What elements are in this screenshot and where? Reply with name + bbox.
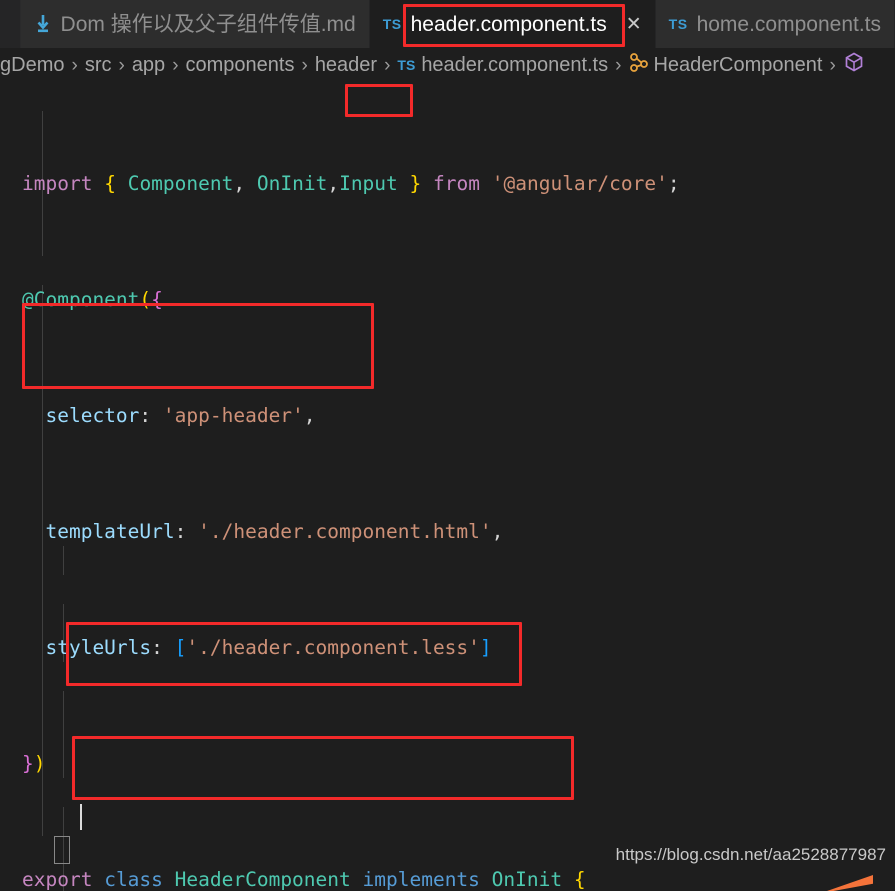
tab-dom-md[interactable]: Dom 操作以及父子组件传值.md xyxy=(20,0,370,48)
breadcrumb-separator: › xyxy=(615,54,622,76)
breadcrumb-item-components[interactable]: components xyxy=(186,55,295,75)
breadcrumb-separator: › xyxy=(118,54,125,76)
code-editor[interactable]: import { Component, OnInit,Input } from … xyxy=(0,82,895,891)
code-line: @Component({ xyxy=(22,288,163,311)
breadcrumb-item-gdemo[interactable]: gDemo xyxy=(0,55,64,75)
code-line: import { Component, OnInit,Input } from … xyxy=(22,172,680,195)
breadcrumb-item-src[interactable]: src xyxy=(85,55,112,75)
tab-label: home.component.ts xyxy=(696,12,881,36)
typescript-icon: TS xyxy=(397,57,416,73)
code-line: selector: 'app-header', xyxy=(45,404,316,427)
tab-home-component-ts[interactable]: TS home.component.ts xyxy=(655,0,895,48)
typescript-icon: TS xyxy=(668,16,688,32)
breadcrumb-separator: › xyxy=(829,54,836,76)
code-line: }) xyxy=(22,752,46,775)
typescript-icon: TS xyxy=(382,16,402,32)
tab-bar-left-strip xyxy=(0,0,21,48)
breadcrumb-separator: › xyxy=(384,54,391,76)
text-cursor xyxy=(80,804,82,830)
breadcrumb-item-header[interactable]: header xyxy=(315,55,377,75)
breadcrumb-item-app[interactable]: app xyxy=(132,55,165,75)
breadcrumb: gDemo › src › app › components › header … xyxy=(0,48,895,82)
code-line: export class HeaderComponent implements … xyxy=(22,868,586,891)
editor-tab-bar: Dom 操作以及父子组件传值.md TS header.component.ts… xyxy=(0,0,895,48)
watermark-url: https://blog.csdn.net/aa2528877987 xyxy=(615,845,886,864)
code-line: styleUrls: ['./header.component.less'] xyxy=(45,636,492,659)
breadcrumb-separator: › xyxy=(71,54,78,76)
tab-header-component-ts[interactable]: TS header.component.ts ✕ xyxy=(369,0,656,48)
tab-label: Dom 操作以及父子组件传值.md xyxy=(60,12,356,36)
code-content[interactable]: import { Component, OnInit,Input } from … xyxy=(0,82,680,891)
breadcrumb-item-class[interactable]: HeaderComponent xyxy=(653,55,822,75)
tab-label: header.component.ts xyxy=(410,12,607,36)
code-line: templateUrl: './header.component.html', xyxy=(45,520,504,543)
bracket-match-highlight xyxy=(54,836,70,864)
breadcrumb-separator: › xyxy=(301,54,308,76)
symbol-cube-icon xyxy=(843,51,865,79)
vscode-window: Dom 操作以及父子组件传值.md TS header.component.ts… xyxy=(0,0,895,891)
breadcrumb-separator: › xyxy=(172,54,179,76)
breadcrumb-item-file[interactable]: header.component.ts xyxy=(421,55,608,75)
close-icon[interactable]: ✕ xyxy=(626,15,642,34)
class-icon xyxy=(628,51,650,79)
markdown-download-icon xyxy=(34,14,52,34)
